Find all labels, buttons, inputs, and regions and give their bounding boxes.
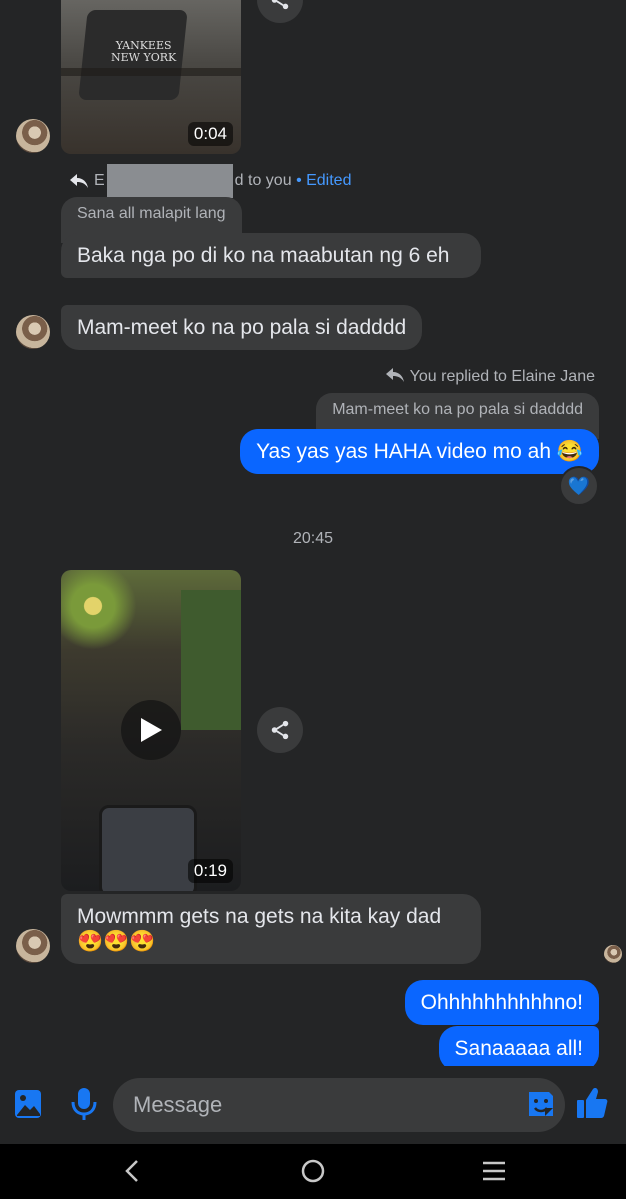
message-bubble-outgoing[interactable]: Sanaaaaa all! [438,1026,599,1071]
message-bubble-outgoing[interactable]: Yas yas yas HAHA video mo ah 😂 [240,429,599,474]
microphone-icon [71,1088,97,1120]
video-thumbnail-foliage [181,590,241,730]
sticker-button[interactable] [525,1088,557,1120]
video-thumbnail-text: YANKEES NEW YORK [111,39,177,64]
video-thumbnail-table [61,68,241,76]
reaction-badge[interactable]: 💙 [559,466,599,506]
share-button[interactable] [257,707,303,753]
gallery-button[interactable] [14,1088,42,1120]
play-icon [141,718,162,742]
sticker-icon [529,1092,553,1116]
message-bubble-outgoing[interactable]: Ohhhhhhhhhhno! [404,980,599,1025]
share-icon [271,720,289,740]
avatar[interactable] [16,119,50,153]
message-bubble-incoming[interactable]: Mowmmm gets na gets na kita kay dad😍😍😍 [61,894,481,964]
reply-meta: Ed to you • Edited [70,162,351,202]
back-chevron-icon [125,1160,138,1182]
edited-label: • Edited [296,172,352,189]
video-duration: 0:19 [187,859,233,883]
share-button[interactable] [257,0,303,23]
avatar[interactable] [16,929,50,963]
seen-avatar [604,945,622,963]
home-circle-icon [301,1159,325,1183]
message-bubble-incoming[interactable]: Baka nga po di ko na maabutan ng 6 eh [61,233,481,278]
reply-meta-you-text: You replied to Elaine Jane [409,368,595,385]
message-input[interactable] [113,1078,565,1132]
play-button[interactable] [121,700,181,760]
avatar[interactable] [16,315,50,349]
video-attachment-2[interactable]: 0:19 [61,570,241,891]
menu-lines-icon [483,1161,505,1181]
reply-arrow-icon [70,173,88,188]
video-thumbnail-phone [99,805,197,891]
system-navigation-bar [0,1144,626,1199]
recents-button[interactable] [474,1154,514,1188]
reply-meta-prefix: E [94,172,105,189]
video-thumbnail-lights [61,570,141,660]
microphone-button[interactable] [70,1086,98,1122]
gallery-icon [15,1090,41,1118]
reply-meta-you: You replied to Elaine Jane [385,368,595,386]
reply-arrow-icon [385,368,404,382]
redacted-name [106,163,233,198]
heart-reaction-icon: 💙 [567,475,591,496]
timestamp: 20:45 [292,530,334,547]
home-button[interactable] [293,1154,333,1188]
like-button[interactable] [575,1086,609,1120]
share-icon [271,0,289,10]
video-attachment-1[interactable]: YANKEES NEW YORK 0:04 [61,0,241,154]
composer-bar [0,1066,626,1144]
video-duration: 0:04 [187,122,233,146]
message-bubble-incoming[interactable]: Mam-meet ko na po pala si dadddd [61,305,423,350]
back-button[interactable] [112,1154,152,1188]
thumbs-up-icon [577,1088,608,1118]
reply-meta-suffix: d to you [234,172,292,189]
